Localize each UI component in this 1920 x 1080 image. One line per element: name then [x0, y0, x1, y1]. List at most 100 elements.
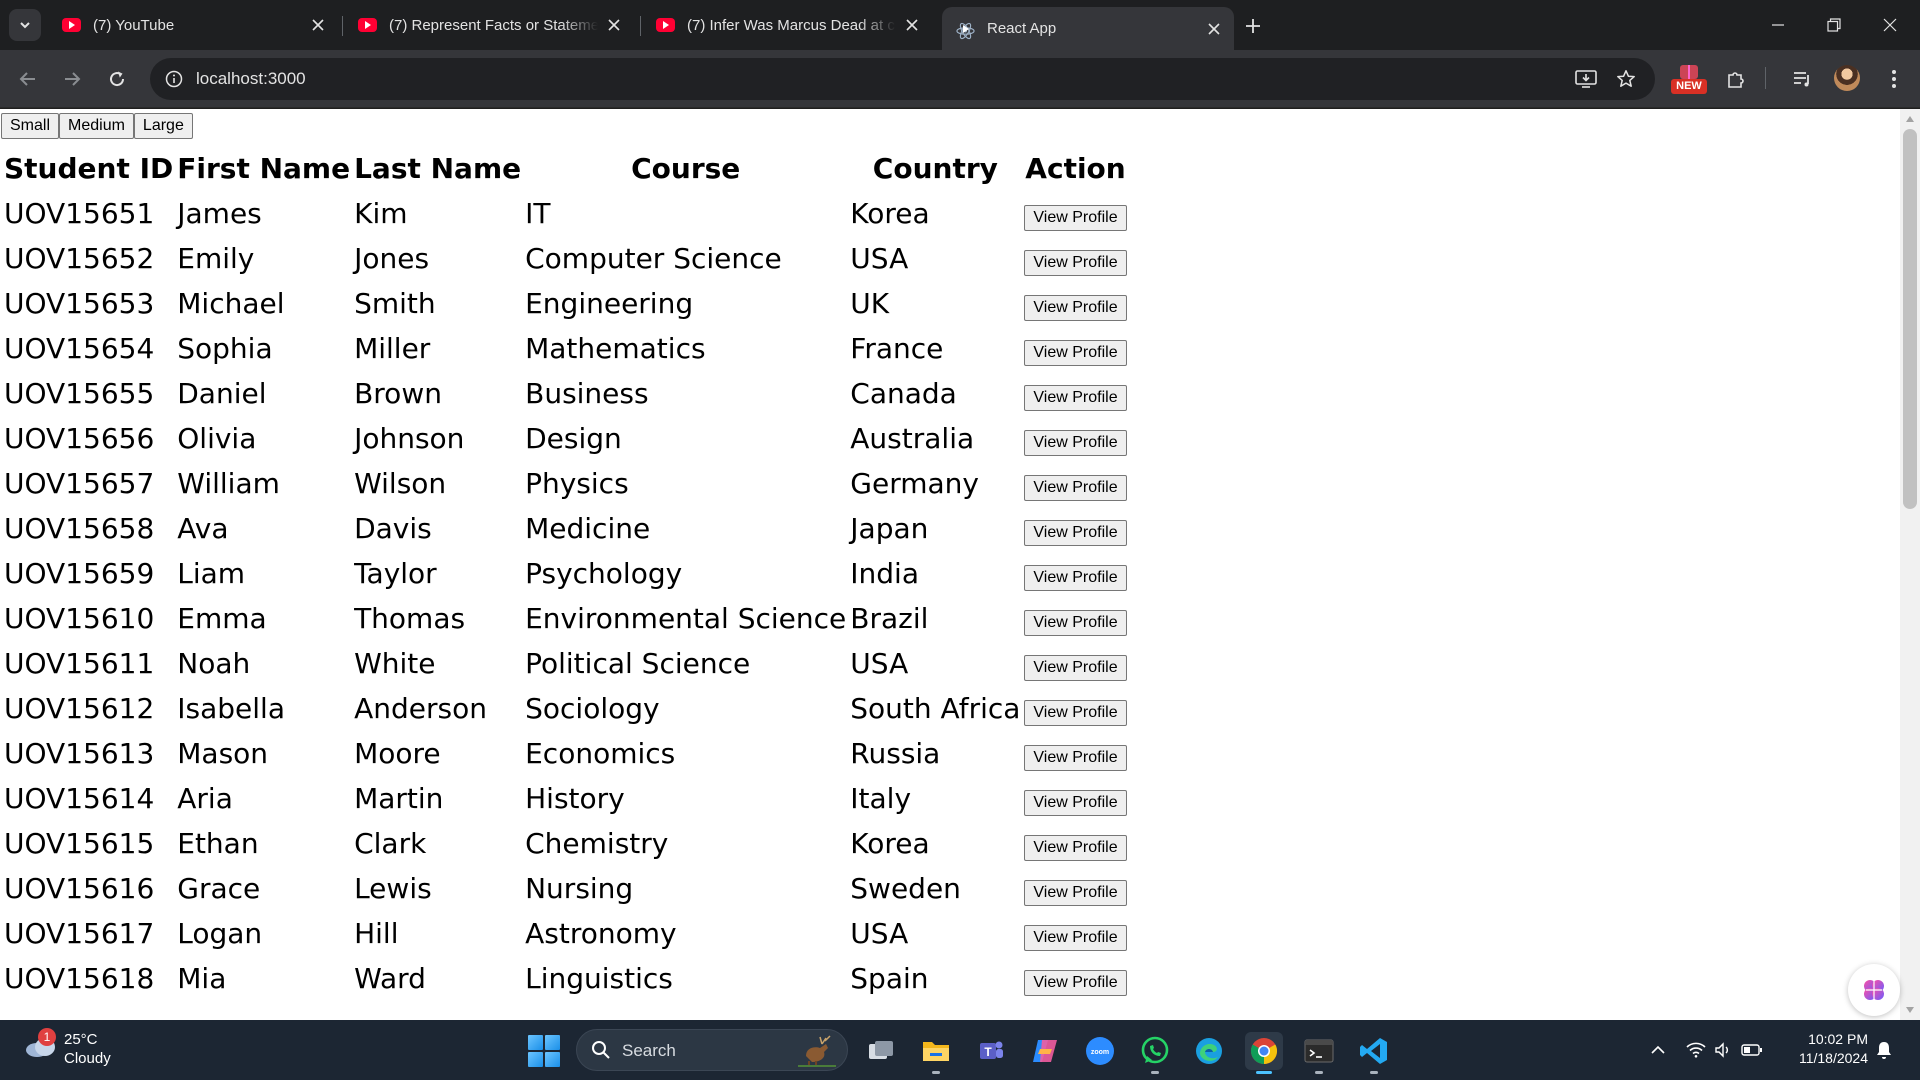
extensions-button[interactable]	[1720, 63, 1752, 95]
first-name-cell: James	[177, 197, 262, 230]
last-name-cell: Wilson	[354, 467, 447, 500]
column-header-first-name: First Name	[177, 151, 351, 185]
view-profile-button[interactable]: View Profile	[1024, 385, 1127, 411]
notification-bell-icon[interactable]	[1872, 1038, 1896, 1062]
media-control-button[interactable]	[1786, 63, 1818, 95]
back-button[interactable]	[12, 63, 44, 95]
volume-icon[interactable]	[1712, 1038, 1736, 1062]
system-clock[interactable]: 10:02 PM 11/18/2024	[1784, 1030, 1868, 1068]
new-tab-button[interactable]	[1240, 13, 1266, 39]
view-profile-button[interactable]: View Profile	[1024, 430, 1127, 456]
view-profile-button[interactable]: View Profile	[1024, 835, 1127, 861]
size-button-small[interactable]: Small	[1, 113, 60, 139]
view-profile-button[interactable]: View Profile	[1024, 250, 1127, 276]
browser-menu-button[interactable]	[1878, 63, 1910, 95]
country-cell: Brazil	[850, 602, 929, 635]
view-profile-button[interactable]: View Profile	[1024, 205, 1127, 231]
terminal-button[interactable]	[1300, 1032, 1338, 1074]
url-text[interactable]: localhost:3000	[196, 69, 306, 89]
restore-button[interactable]	[1806, 0, 1862, 50]
student-id-cell: UOV15658	[4, 512, 155, 545]
last-name-cell: Taylor	[354, 557, 437, 590]
copilot-button[interactable]	[1026, 1032, 1064, 1070]
scroll-up-arrow-icon[interactable]	[1906, 116, 1914, 122]
forward-button[interactable]	[56, 63, 88, 95]
view-profile-button[interactable]: View Profile	[1024, 700, 1127, 726]
last-name-cell: Lewis	[354, 872, 432, 905]
table-row: UOV15652 Emily Jones Computer Science USA Vie…	[3, 237, 1128, 280]
vscode-icon	[1360, 1038, 1387, 1064]
country-cell: USA	[850, 242, 909, 275]
install-app-icon[interactable]	[1574, 67, 1598, 91]
teams-icon: T	[980, 1041, 1003, 1059]
teams-button[interactable]: T	[972, 1032, 1010, 1070]
vscode-button[interactable]	[1355, 1032, 1393, 1074]
close-icon[interactable]	[604, 15, 624, 35]
table-row: UOV15653 Michael Smith Engineering UK View Pr…	[3, 282, 1128, 325]
scroll-down-arrow-icon[interactable]	[1906, 1007, 1914, 1013]
start-button[interactable]	[528, 1035, 560, 1067]
action-cell: View Profile	[1023, 867, 1127, 910]
close-icon[interactable]	[308, 15, 328, 35]
tab-title: React App	[987, 20, 1057, 37]
last-name-cell: Anderson	[354, 692, 487, 725]
course-cell: Environmental Science	[525, 602, 847, 635]
tab-react-app[interactable]: React App	[942, 7, 1234, 50]
minimize-button[interactable]	[1750, 0, 1806, 50]
tab-search-button[interactable]	[9, 9, 41, 41]
size-button-large[interactable]: Large	[133, 113, 193, 139]
table-row: UOV15657 William Wilson Physics Germany View …	[3, 462, 1128, 505]
country-cell: South Africa	[850, 692, 1021, 725]
bookmark-star-icon[interactable]	[1614, 67, 1638, 91]
task-view-button[interactable]	[862, 1032, 900, 1070]
view-profile-button[interactable]: View Profile	[1024, 565, 1127, 591]
view-profile-button[interactable]: View Profile	[1024, 970, 1127, 996]
country-cell: USA	[850, 917, 909, 950]
action-cell: View Profile	[1023, 552, 1127, 595]
table-row: UOV15651 James Kim IT Korea View Profile	[3, 192, 1128, 235]
wifi-icon[interactable]	[1684, 1038, 1708, 1062]
tab-infer-marcus[interactable]: (7) Infer Was Marcus Dead at c...	[642, 7, 932, 43]
view-profile-button[interactable]: View Profile	[1024, 340, 1127, 366]
floating-assistant-button[interactable]	[1848, 964, 1900, 1016]
page-scrollbar[interactable]	[1900, 109, 1920, 1020]
student-id-cell: UOV15659	[4, 557, 155, 590]
action-cell: View Profile	[1023, 777, 1127, 820]
show-hidden-icons-button[interactable]	[1646, 1038, 1670, 1062]
new-feature-badge[interactable]: NEW	[1671, 63, 1707, 97]
course-cell: Economics	[525, 737, 676, 770]
scrollbar-thumb[interactable]	[1903, 129, 1917, 509]
close-icon[interactable]	[902, 15, 922, 35]
view-profile-button[interactable]: View Profile	[1024, 925, 1127, 951]
view-profile-button[interactable]: View Profile	[1024, 520, 1127, 546]
file-explorer-button[interactable]	[917, 1032, 955, 1074]
taskbar-search-box[interactable]: Search	[576, 1029, 848, 1071]
column-header-action: Action	[1025, 151, 1126, 185]
whatsapp-button[interactable]	[1136, 1032, 1174, 1074]
svg-text:zoom: zoom	[1091, 1049, 1109, 1056]
view-profile-button[interactable]: View Profile	[1024, 475, 1127, 501]
table-row: UOV15618 Mia Ward Linguistics Spain View Prof…	[3, 957, 1128, 1000]
size-button-medium[interactable]: Medium	[59, 113, 134, 139]
view-profile-button[interactable]: View Profile	[1024, 880, 1127, 906]
view-profile-button[interactable]: View Profile	[1024, 295, 1127, 321]
battery-icon[interactable]	[1740, 1038, 1764, 1062]
close-icon[interactable]	[1204, 19, 1224, 39]
zoom-button[interactable]: zoom	[1081, 1032, 1119, 1070]
window-close-button[interactable]	[1862, 0, 1918, 50]
edge-button[interactable]	[1190, 1032, 1228, 1070]
tab-youtube[interactable]: (7) YouTube	[48, 7, 338, 43]
view-profile-button[interactable]: View Profile	[1024, 790, 1127, 816]
profile-avatar[interactable]	[1834, 65, 1860, 91]
address-bar[interactable]: localhost:3000	[150, 58, 1655, 100]
action-cell: View Profile	[1023, 597, 1127, 640]
reload-button[interactable]	[101, 63, 133, 95]
view-profile-button[interactable]: View Profile	[1024, 745, 1127, 771]
course-cell: Design	[525, 422, 622, 455]
tab-represent-facts[interactable]: (7) Represent Facts or Statements	[344, 7, 634, 43]
view-profile-button[interactable]: View Profile	[1024, 610, 1127, 636]
site-info-icon[interactable]	[162, 67, 186, 91]
weather-widget[interactable]: 1 25°C Cloudy	[20, 1028, 160, 1072]
chrome-button[interactable]	[1245, 1032, 1283, 1074]
view-profile-button[interactable]: View Profile	[1024, 655, 1127, 681]
